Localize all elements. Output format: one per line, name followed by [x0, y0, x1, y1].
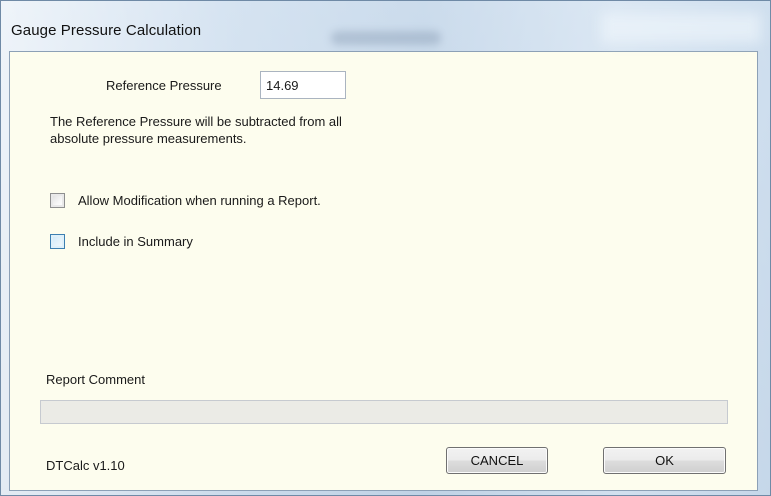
allow-modification-label: Allow Modification when running a Report…: [78, 192, 321, 208]
include-summary-checkbox[interactable]: [50, 233, 65, 249]
allow-modification-option[interactable]: Allow Modification when running a Report…: [50, 191, 321, 209]
include-summary-label: Include in Summary: [78, 233, 193, 249]
reference-pressure-description: The Reference Pressure will be subtracte…: [50, 113, 410, 147]
description-line-2: absolute pressure measurements.: [50, 131, 247, 146]
report-comment-field[interactable]: [40, 400, 728, 424]
version-label: DTCalc v1.10: [46, 458, 125, 473]
reference-pressure-input[interactable]: [260, 71, 346, 99]
report-comment-label: Report Comment: [46, 372, 145, 387]
include-summary-option[interactable]: Include in Summary: [50, 232, 193, 250]
description-line-1: The Reference Pressure will be subtracte…: [50, 114, 342, 129]
ok-button[interactable]: OK: [603, 447, 726, 474]
allow-modification-checkbox[interactable]: [50, 192, 65, 208]
reference-pressure-label: Reference Pressure: [106, 78, 222, 93]
window-title: Gauge Pressure Calculation: [11, 22, 202, 39]
cancel-button[interactable]: CANCEL: [446, 447, 548, 474]
dialog-window: Gauge Pressure Calculation Reference Pre…: [0, 0, 771, 496]
dialog-client-area: Reference Pressure The Reference Pressur…: [9, 51, 758, 491]
